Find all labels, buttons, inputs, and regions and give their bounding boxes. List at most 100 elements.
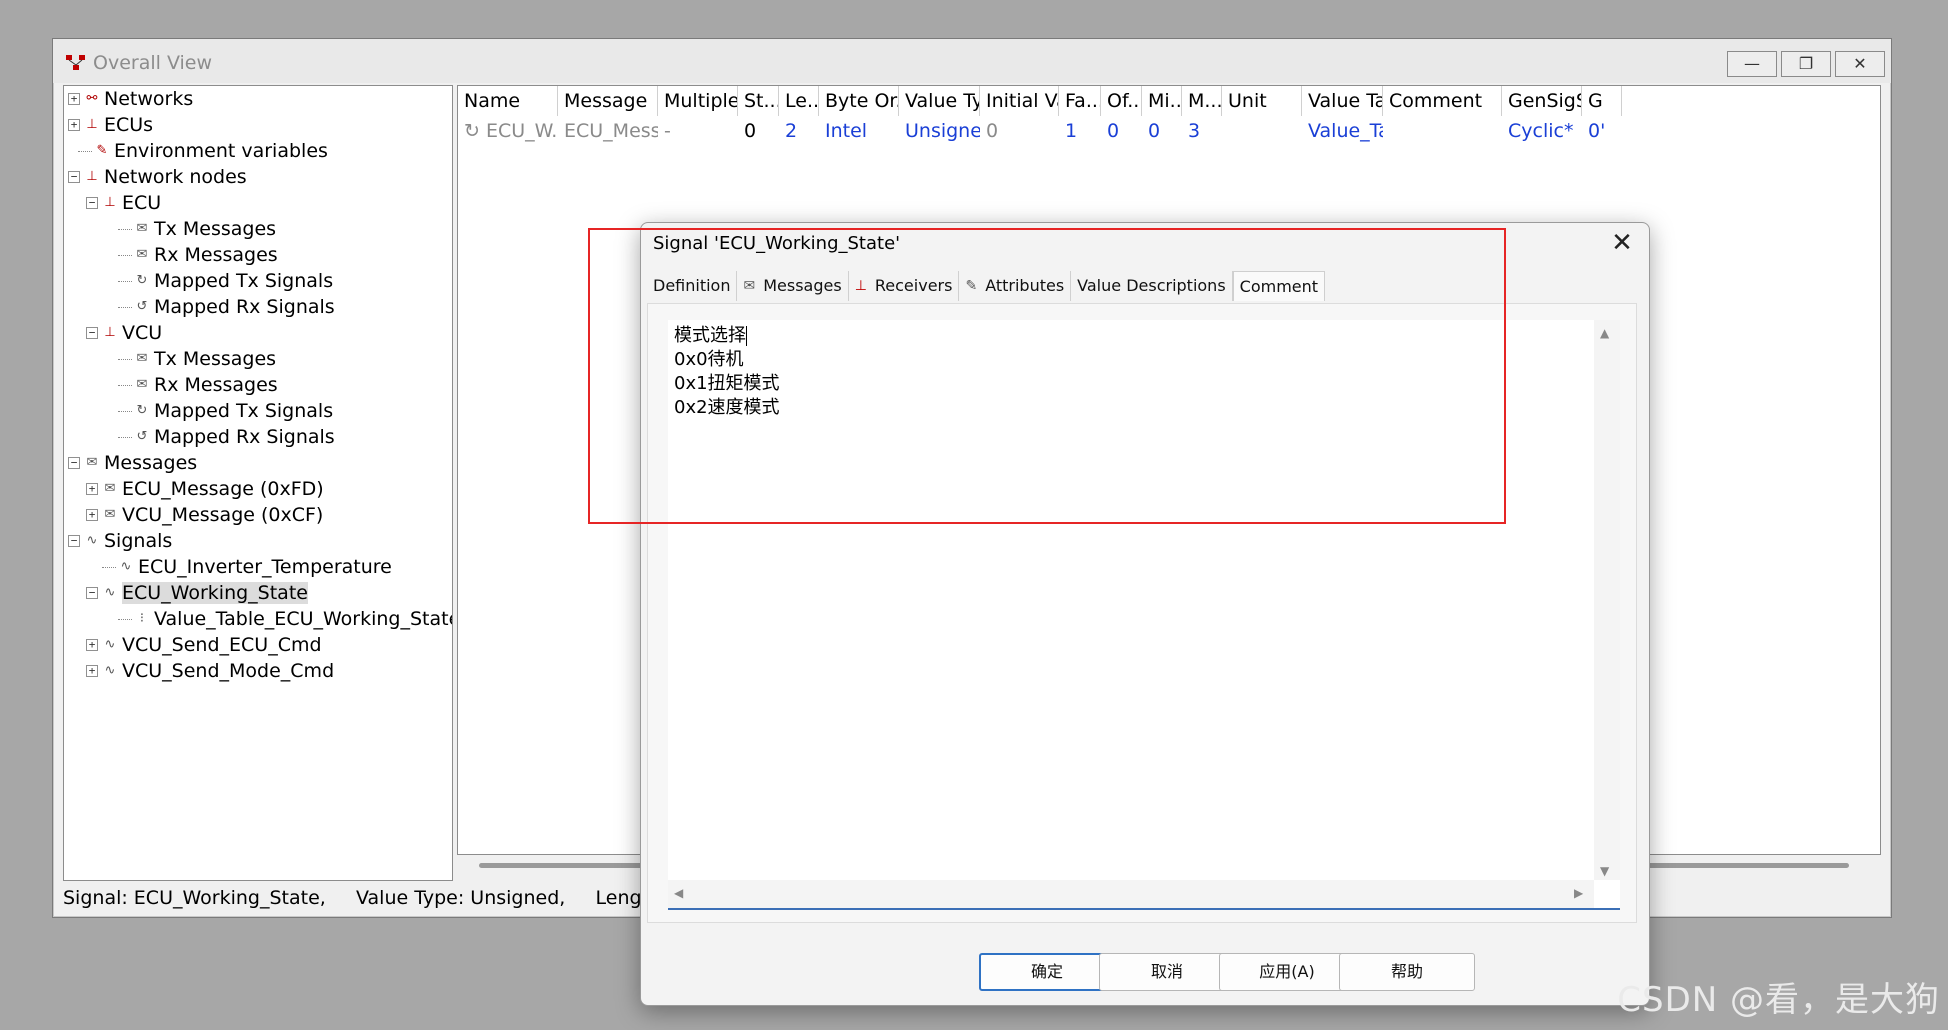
column-header[interactable]: St... xyxy=(738,86,779,116)
tree-item[interactable]: ✉ Tx Messages xyxy=(118,346,276,372)
table-cell[interactable]: 2 xyxy=(779,116,819,144)
table-cell[interactable]: 0 xyxy=(1142,116,1182,144)
tree-item[interactable]: + ∿ VCU_Send_ECU_Cmd xyxy=(86,632,322,658)
tree-item[interactable]: − ⊥ ECU xyxy=(86,190,161,216)
table-cell[interactable]: 0 xyxy=(980,116,1059,144)
tx-signal-icon: ↻ xyxy=(136,403,148,418)
collapse-icon[interactable]: − xyxy=(86,197,98,209)
tree-item[interactable]: + ⚯ Networks xyxy=(68,86,193,112)
tree-connector xyxy=(118,280,132,282)
table-cell[interactable]: Cyclic* xyxy=(1502,116,1582,144)
column-header[interactable]: Mi... xyxy=(1142,86,1182,116)
collapse-icon[interactable]: − xyxy=(86,327,98,339)
table-cell[interactable]: ECU_Messa... xyxy=(558,116,658,144)
tree-item-label: Value_Table_ECU_Working_State xyxy=(154,608,453,630)
table-cell[interactable]: 0 xyxy=(738,116,779,144)
scroll-down-icon[interactable]: ▼ xyxy=(1600,864,1609,878)
expand-icon[interactable]: + xyxy=(68,93,80,105)
tree-item[interactable]: − ∿ ECU_Working_State xyxy=(86,580,308,606)
expand-icon[interactable]: + xyxy=(86,509,98,521)
table-cell[interactable]: ↻ ECU_W... xyxy=(458,116,558,144)
collapse-icon[interactable]: − xyxy=(68,535,80,547)
table-cell[interactable]: Unsigned xyxy=(899,116,980,144)
column-header[interactable]: Fa... xyxy=(1059,86,1101,116)
tree-item[interactable]: ✉ Tx Messages xyxy=(118,216,276,242)
tree-item-label: Rx Messages xyxy=(154,244,278,266)
column-header[interactable]: GenSigS... xyxy=(1502,86,1582,116)
table-cell[interactable]: 3 xyxy=(1182,116,1222,144)
expand-icon[interactable]: + xyxy=(86,639,98,651)
tree-connector xyxy=(78,150,92,152)
scroll-right-icon[interactable]: ▶ xyxy=(1574,886,1583,900)
table-cell[interactable] xyxy=(1383,116,1502,144)
help-button[interactable]: 帮助 xyxy=(1339,953,1475,991)
table-cell[interactable]: Intel xyxy=(819,116,899,144)
node-icon: ⊥ xyxy=(104,195,116,210)
tree-item-label: Tx Messages xyxy=(154,348,277,370)
tree-item[interactable]: + ✉ VCU_Message (0xCF) xyxy=(86,502,323,528)
expand-icon[interactable]: + xyxy=(86,483,98,495)
tree-item[interactable]: + ⊥ ECUs xyxy=(68,112,153,138)
tree-connector xyxy=(118,384,132,386)
column-header[interactable]: G xyxy=(1582,86,1622,116)
tree-item[interactable]: ✉ Rx Messages xyxy=(118,372,278,398)
tree-item[interactable]: ↻ Mapped Tx Signals xyxy=(118,398,333,424)
column-header[interactable]: M... xyxy=(1182,86,1222,116)
tree-item-label: Tx Messages xyxy=(154,218,277,240)
column-header[interactable]: Value Ty... xyxy=(899,86,980,116)
minimize-button[interactable]: — xyxy=(1727,51,1777,77)
tree-item[interactable]: ✉ Rx Messages xyxy=(118,242,278,268)
envelope-icon: ✉ xyxy=(136,377,148,392)
comment-horizontal-scrollbar[interactable]: ◀ ▶ xyxy=(668,880,1594,908)
table-cell[interactable]: 0 xyxy=(1101,116,1142,144)
tree-item[interactable]: + ∿ VCU_Send_Mode_Cmd xyxy=(86,658,334,684)
column-header[interactable]: Byte Or... xyxy=(819,86,899,116)
tree-item[interactable]: ∿ ECU_Inverter_Temperature xyxy=(102,554,392,580)
collapse-icon[interactable]: − xyxy=(86,587,98,599)
tx-signal-icon: ↻ xyxy=(136,273,148,288)
column-header[interactable]: Of... xyxy=(1101,86,1142,116)
column-header[interactable]: Initial Va... xyxy=(980,86,1059,116)
close-icon[interactable]: ✕ xyxy=(1607,229,1637,259)
ok-button[interactable]: 确定 xyxy=(979,953,1115,991)
tree-item[interactable]: − ⊥ VCU xyxy=(86,320,162,346)
table-cell[interactable] xyxy=(1222,116,1302,144)
column-header[interactable]: Unit xyxy=(1222,86,1302,116)
column-header[interactable]: Le... xyxy=(779,86,819,116)
tree-item[interactable]: ✎ Environment variables xyxy=(78,138,328,164)
table-row[interactable]: ↻ ECU_W...ECU_Messa...-02IntelUnsigned01… xyxy=(458,116,1880,144)
expand-icon[interactable]: + xyxy=(86,665,98,677)
tree-item[interactable]: ↺ Mapped Rx Signals xyxy=(118,424,335,450)
table-cell[interactable]: 1 xyxy=(1059,116,1101,144)
table-cell[interactable]: 0' xyxy=(1582,116,1622,144)
tree-item[interactable]: ⁝ Value_Table_ECU_Working_State xyxy=(118,606,453,632)
tree-item[interactable]: − ✉ Messages xyxy=(68,450,197,476)
tree-item[interactable]: ↺ Mapped Rx Signals xyxy=(118,294,335,320)
table-cell[interactable]: Value_Ta... xyxy=(1302,116,1383,144)
tree-item[interactable]: + ✉ ECU_Message (0xFD) xyxy=(86,476,324,502)
tree-connector xyxy=(118,436,132,438)
restore-button[interactable]: ❐ xyxy=(1781,51,1831,77)
scroll-up-icon[interactable]: ▲ xyxy=(1600,326,1609,340)
envelope-icon: ✉ xyxy=(136,351,148,366)
apply-button[interactable]: 应用(A) xyxy=(1219,953,1355,991)
tree-item-label: Mapped Rx Signals xyxy=(154,426,335,448)
close-window-button[interactable]: ✕ xyxy=(1835,51,1885,77)
tree-item[interactable]: − ⊥ Network nodes xyxy=(68,164,247,190)
column-header[interactable]: Name xyxy=(458,86,558,116)
column-header[interactable]: Comment xyxy=(1383,86,1502,116)
tree-item[interactable]: − ∿ Signals xyxy=(68,528,172,554)
column-header[interactable]: Value Ta... xyxy=(1302,86,1383,116)
comment-vertical-scrollbar[interactable]: ▲ ▼ xyxy=(1594,320,1620,880)
cancel-button[interactable]: 取消 xyxy=(1099,953,1235,991)
tree-item[interactable]: ↻ Mapped Tx Signals xyxy=(118,268,333,294)
collapse-icon[interactable]: − xyxy=(68,457,80,469)
column-header[interactable]: Multiple... xyxy=(658,86,738,116)
table-cell[interactable]: - xyxy=(658,116,738,144)
collapse-icon[interactable]: − xyxy=(68,171,80,183)
envelope-icon: ✉ xyxy=(86,455,98,470)
tree-item-label: Mapped Tx Signals xyxy=(154,400,334,422)
expand-icon[interactable]: + xyxy=(68,119,80,131)
scroll-left-icon[interactable]: ◀ xyxy=(674,886,683,900)
column-header[interactable]: Message xyxy=(558,86,658,116)
